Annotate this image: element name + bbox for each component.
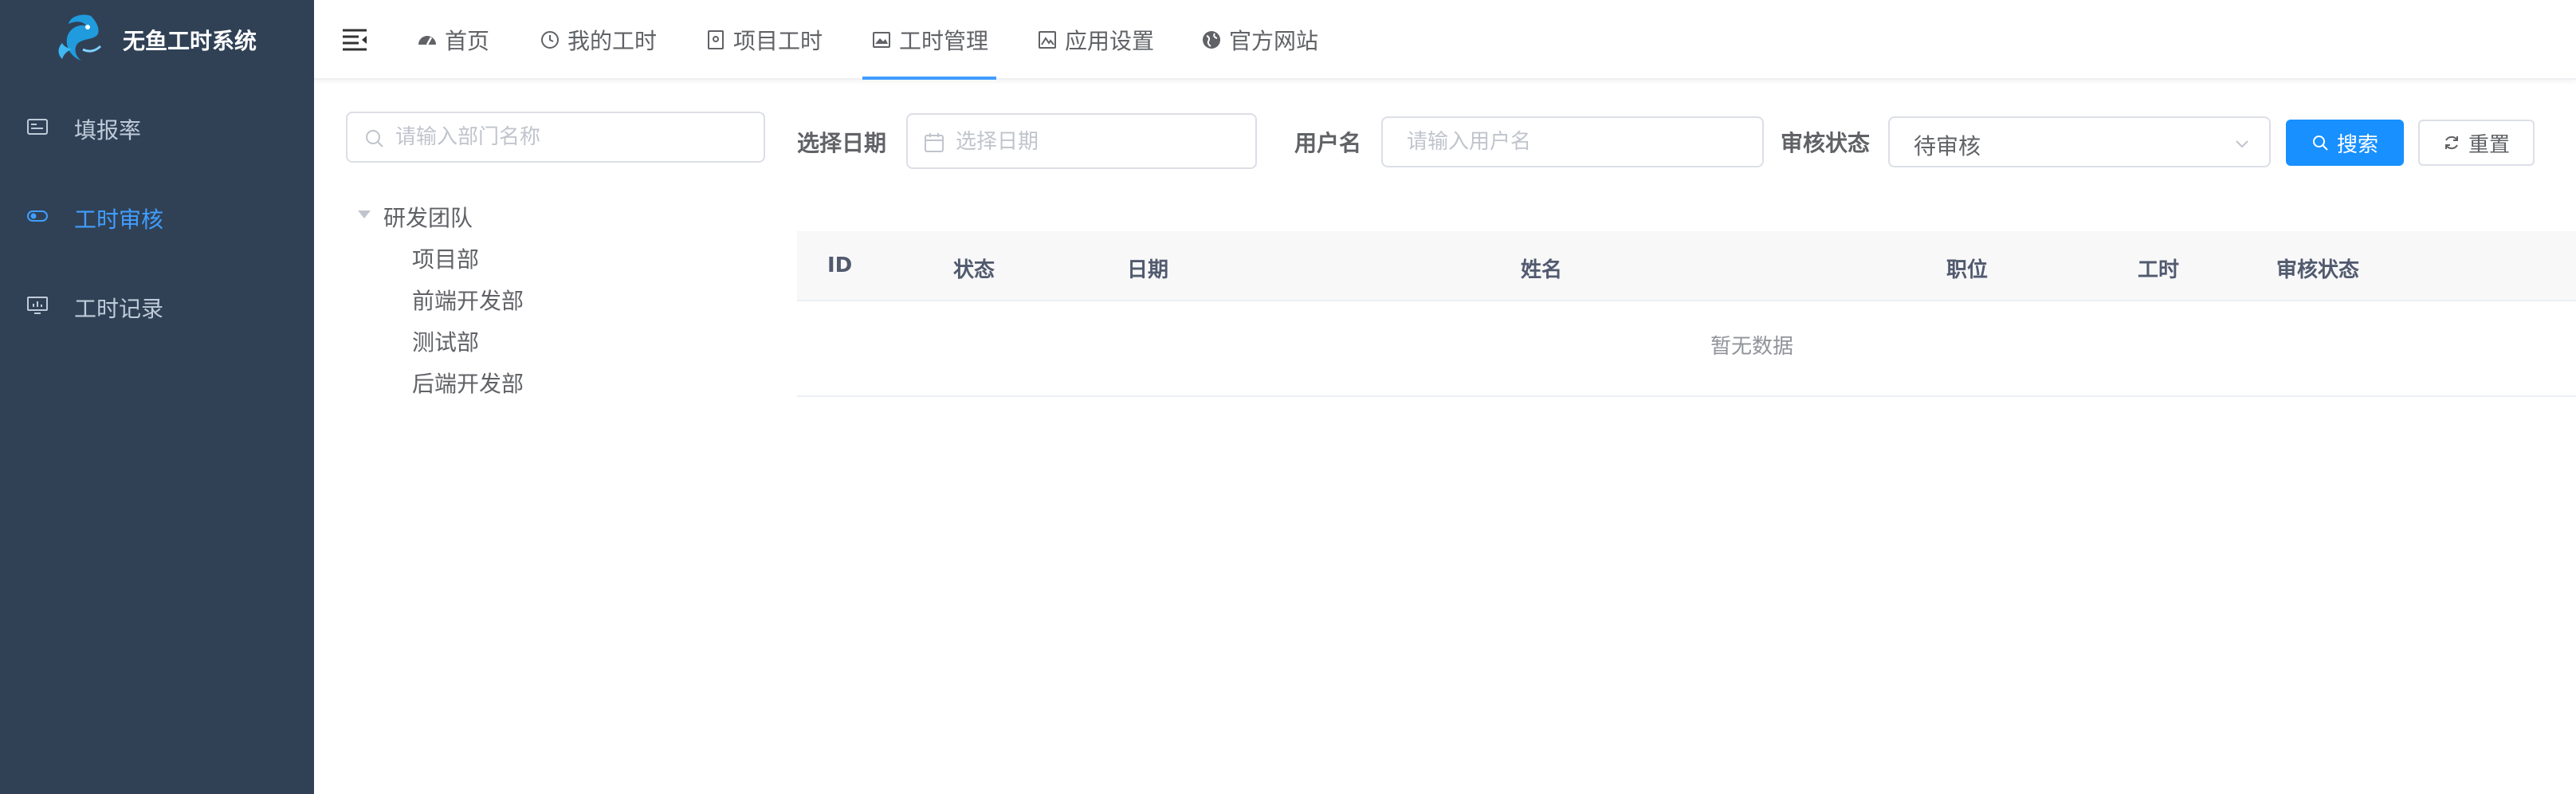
tab-home[interactable]: 首页 [416, 0, 489, 80]
tab-label: 项目工时 [733, 28, 823, 54]
table-header: ID 状态 日期 姓名 职位 工时 审核状态 [797, 231, 2576, 301]
clock-icon [541, 31, 559, 49]
sidebar-item-hours-review[interactable]: 工时审核 [0, 172, 314, 261]
dashboard-icon [418, 36, 436, 45]
column-header-review-status: 审核状态 [2276, 258, 2360, 282]
date-field[interactable] [956, 124, 1243, 159]
app-title: 无鱼工时系统 [123, 28, 257, 54]
globe-icon [1203, 31, 1220, 49]
reset-button-label: 重置 [2468, 132, 2510, 157]
report-icon [27, 119, 48, 135]
hamburger-collapse-icon[interactable] [341, 27, 368, 51]
username-field[interactable] [1407, 124, 1749, 159]
tab-project-hours[interactable]: 项目工时 [705, 0, 823, 80]
sidebar-item-label: 填报率 [74, 117, 142, 143]
username-input[interactable] [1381, 116, 1764, 167]
calendar-icon [925, 133, 944, 152]
column-header-position: 职位 [1946, 258, 1989, 282]
dept-search-input[interactable] [346, 112, 765, 163]
column-header-date: 日期 [1127, 258, 1169, 282]
tab-label: 应用设置 [1065, 28, 1155, 54]
username-label: 用户名 [1294, 130, 1362, 156]
search-icon [2312, 136, 2328, 151]
fish-logo-icon [58, 14, 102, 61]
picture-icon [1039, 31, 1056, 49]
tab-app-settings[interactable]: 应用设置 [1036, 0, 1154, 80]
image-icon [873, 32, 890, 48]
tab-label: 首页 [445, 28, 490, 54]
date-picker[interactable] [906, 113, 1257, 169]
tree-node-root[interactable]: 研发团队 [383, 201, 473, 233]
tab-official-site[interactable]: 官方网站 [1200, 0, 1318, 80]
column-header-hours: 工时 [2138, 258, 2180, 282]
column-header-id: ID [827, 254, 853, 277]
tab-label: 工时管理 [899, 28, 989, 54]
sidebar: 无鱼工时系统 填报率 工时审核 工时记录 [0, 0, 314, 794]
chevron-down-icon [2236, 140, 2248, 148]
empty-data-text: 暂无数据 [1710, 335, 1793, 359]
document-icon [708, 30, 724, 49]
tree-node[interactable]: 前端开发部 [412, 284, 524, 316]
tab-my-hours[interactable]: 我的工时 [539, 0, 657, 80]
refresh-icon [2444, 136, 2458, 150]
tree-node[interactable]: 测试部 [412, 325, 479, 357]
search-icon [366, 130, 383, 147]
logo-row[interactable]: 无鱼工时系统 [0, 0, 314, 80]
search-button[interactable]: 搜索 [2286, 120, 2404, 166]
top-navbar: 首页 我的工时 项目工时 工时管理 应用设置 官方网站 [314, 0, 2576, 80]
monitor-chart-icon [27, 297, 48, 314]
column-header-status: 状态 [953, 258, 995, 282]
tree-node[interactable]: 后端开发部 [412, 367, 524, 399]
tree-node[interactable]: 项目部 [412, 242, 479, 274]
status-label: 审核状态 [1781, 130, 1871, 156]
tab-hours-management[interactable]: 工时管理 [862, 0, 997, 80]
sidebar-item-fill-rate[interactable]: 填报率 [0, 83, 314, 172]
reset-button[interactable]: 重置 [2418, 120, 2535, 166]
tab-label: 官方网站 [1229, 28, 1319, 54]
tab-label: 我的工时 [567, 28, 658, 54]
tree-expand-caret-icon[interactable] [358, 210, 371, 218]
toggle-icon [27, 210, 48, 222]
status-select[interactable]: 待审核 [1888, 116, 2271, 167]
column-header-name: 姓名 [1521, 258, 1563, 282]
sidebar-item-label: 工时记录 [74, 296, 164, 322]
search-button-label: 搜索 [2336, 132, 2378, 157]
table-body: 暂无数据 [797, 301, 2576, 397]
status-select-value: 待审核 [1914, 133, 1981, 159]
dept-search-field[interactable] [395, 120, 754, 155]
sidebar-item-label: 工时审核 [74, 206, 164, 233]
date-label: 选择日期 [797, 130, 887, 156]
sidebar-item-hours-record[interactable]: 工时记录 [0, 261, 314, 351]
